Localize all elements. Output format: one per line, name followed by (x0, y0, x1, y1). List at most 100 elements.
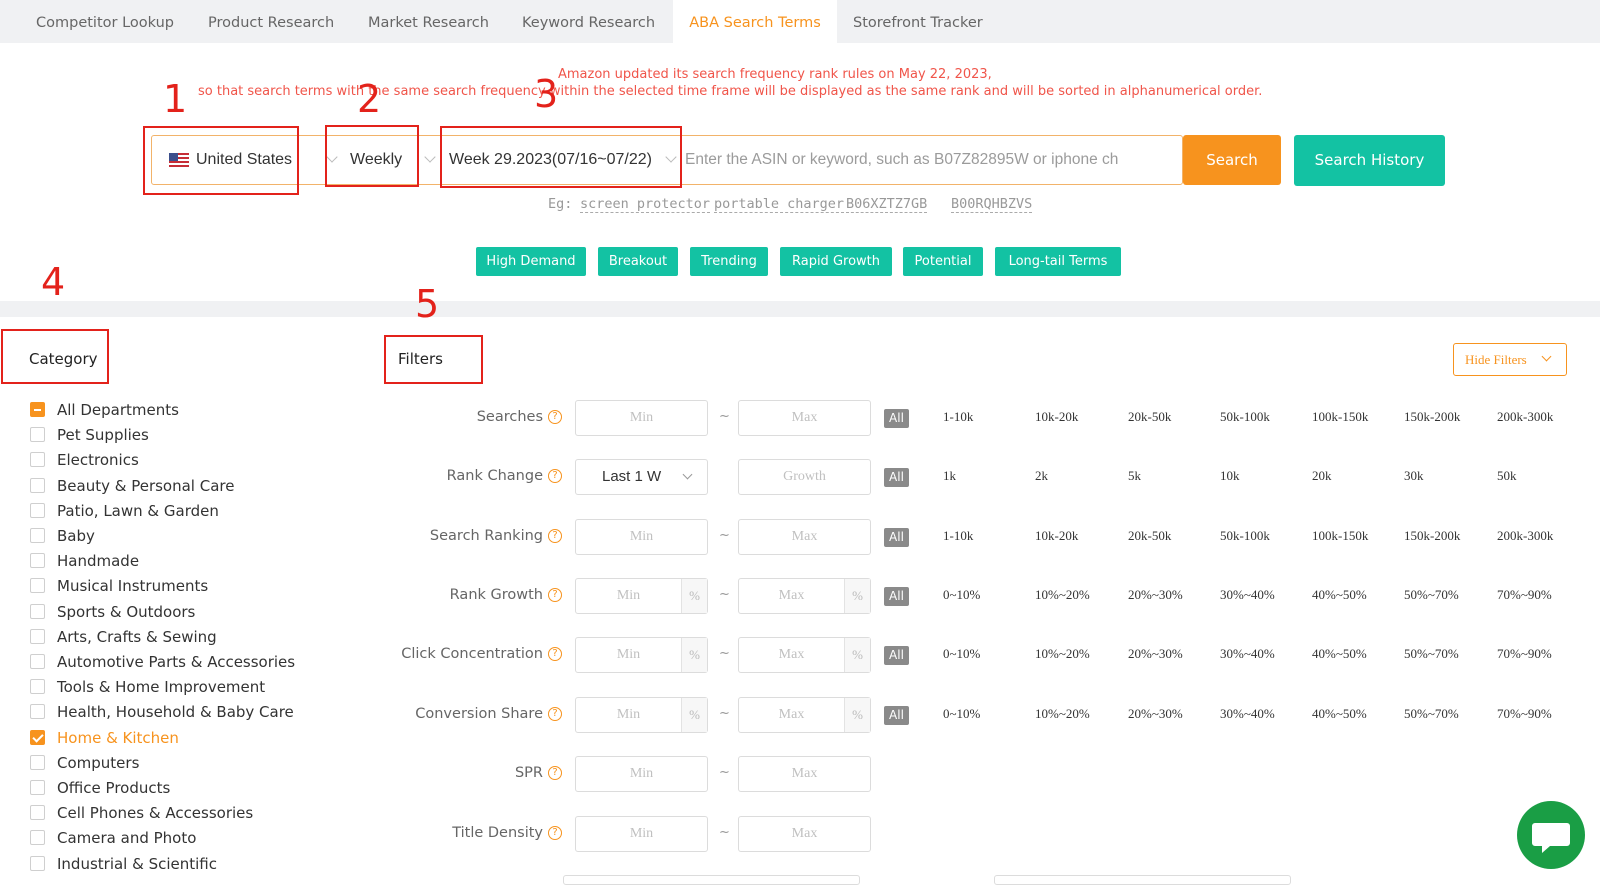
tag-long-tail-terms-button[interactable]: Long-tail Terms (995, 247, 1121, 276)
filter-preset-option[interactable]: 70%~90% (1497, 706, 1552, 722)
tag-potential-button[interactable]: Potential (903, 247, 983, 276)
filter-preset-option[interactable]: 10%~20% (1035, 706, 1090, 722)
category-checkbox[interactable] (30, 754, 45, 770)
category-checkbox[interactable] (30, 427, 45, 443)
filter-select-partial[interactable] (994, 875, 1291, 885)
category-checkbox[interactable] (30, 553, 45, 569)
filter-preset-option[interactable]: 30%~40% (1220, 587, 1275, 603)
filter-all-button[interactable]: All (884, 706, 909, 725)
filter-max-input[interactable]: Max% (738, 578, 871, 614)
filter-all-button[interactable]: All (884, 587, 909, 606)
filter-preset-option[interactable]: 200k-300k (1497, 528, 1553, 544)
question-circle-icon[interactable]: ? (548, 826, 562, 840)
filter-max-input[interactable]: Max (738, 519, 871, 555)
hide-filters-button[interactable]: Hide Filters (1453, 343, 1567, 376)
tag-breakout-button[interactable]: Breakout (598, 247, 678, 276)
chat-button[interactable] (1517, 801, 1585, 869)
filter-all-button[interactable]: All (884, 468, 909, 487)
filter-max-input[interactable]: Max (738, 400, 871, 436)
category-checkbox[interactable] (30, 654, 45, 669)
example-link[interactable]: portable charger (714, 196, 845, 213)
filter-preset-option[interactable]: 50k-100k (1220, 528, 1270, 544)
filter-preset-option[interactable]: 20k (1312, 468, 1332, 484)
filter-preset-option[interactable]: 50k (1497, 468, 1517, 484)
filter-min-input[interactable]: Min (575, 816, 708, 852)
filter-max-input[interactable]: Max% (738, 637, 871, 673)
category-checkbox[interactable] (30, 704, 45, 720)
category-checkbox[interactable] (30, 578, 45, 594)
category-checkbox[interactable] (30, 855, 45, 871)
filter-preset-option[interactable]: 20%~30% (1128, 646, 1183, 662)
filter-preset-option[interactable]: 20k-50k (1128, 409, 1171, 425)
filter-all-button[interactable]: All (884, 409, 909, 428)
filter-min-input[interactable]: Min% (575, 578, 708, 614)
filter-preset-option[interactable]: 1k (943, 468, 956, 484)
filter-preset-option[interactable]: 40%~50% (1312, 706, 1367, 722)
tab-storefront-tracker[interactable]: Storefront Tracker (837, 0, 999, 43)
filter-preset-option[interactable]: 30%~40% (1220, 646, 1275, 662)
filter-preset-option[interactable]: 10%~20% (1035, 646, 1090, 662)
example-link[interactable]: screen protector (580, 196, 711, 213)
category-checkbox[interactable] (30, 628, 45, 644)
filter-min-input[interactable]: Min% (575, 637, 708, 673)
category-checkbox[interactable] (30, 402, 45, 417)
search-button[interactable]: Search (1183, 135, 1281, 185)
tab-product-research[interactable]: Product Research (192, 0, 350, 43)
filter-preset-option[interactable]: 30k (1404, 468, 1424, 484)
filter-preset-option[interactable]: 30%~40% (1220, 706, 1275, 722)
tag-trending-button[interactable]: Trending (690, 247, 768, 276)
filter-preset-option[interactable]: 150k-200k (1404, 528, 1460, 544)
filter-preset-option[interactable]: 0~10% (943, 706, 980, 722)
filter-preset-option[interactable]: 0~10% (943, 646, 980, 662)
example-link[interactable]: B00RQHBZVS (951, 196, 1033, 213)
filter-preset-option[interactable]: 70%~90% (1497, 646, 1552, 662)
category-checkbox[interactable] (30, 729, 45, 745)
filter-preset-option[interactable]: 2k (1035, 468, 1048, 484)
category-checkbox[interactable] (30, 830, 45, 846)
filter-preset-option[interactable]: 50%~70% (1404, 587, 1459, 603)
filter-max-input[interactable]: Growth (738, 459, 871, 495)
question-circle-icon[interactable]: ? (548, 647, 562, 661)
filter-all-button[interactable]: All (884, 528, 909, 547)
filter-select-partial[interactable] (563, 875, 860, 885)
filter-preset-option[interactable]: 40%~50% (1312, 587, 1367, 603)
filter-preset-option[interactable]: 20%~30% (1128, 587, 1183, 603)
filter-preset-option[interactable]: 0~10% (943, 587, 980, 603)
filter-max-input[interactable]: Max (738, 756, 871, 792)
filter-min-input[interactable]: Min (575, 519, 708, 555)
filter-preset-option[interactable]: 10%~20% (1035, 587, 1090, 603)
filter-preset-option[interactable]: 50%~70% (1404, 646, 1459, 662)
filter-max-input[interactable]: Max% (738, 697, 871, 733)
category-checkbox[interactable] (30, 805, 45, 821)
category-checkbox[interactable] (30, 780, 45, 795)
filter-preset-option[interactable]: 50%~70% (1404, 706, 1459, 722)
category-checkbox[interactable] (30, 502, 45, 518)
filter-preset-option[interactable]: 10k-20k (1035, 409, 1078, 425)
filter-preset-option[interactable]: 10k (1220, 468, 1240, 484)
rank-change-period-select[interactable]: Last 1 W (575, 459, 708, 495)
category-checkbox[interactable] (30, 603, 45, 619)
filter-preset-option[interactable]: 5k (1128, 468, 1141, 484)
question-circle-icon[interactable]: ? (548, 588, 562, 602)
question-circle-icon[interactable]: ? (548, 707, 562, 721)
filter-all-button[interactable]: All (884, 646, 909, 665)
category-checkbox[interactable] (30, 452, 45, 468)
filter-preset-option[interactable]: 200k-300k (1497, 409, 1553, 425)
question-circle-icon[interactable]: ? (548, 410, 562, 424)
filter-preset-option[interactable]: 20%~30% (1128, 706, 1183, 722)
filter-min-input[interactable]: Min (575, 756, 708, 792)
category-checkbox[interactable] (30, 679, 45, 695)
tag-high-demand-button[interactable]: High Demand (476, 247, 586, 276)
filter-preset-option[interactable]: 150k-200k (1404, 409, 1460, 425)
filter-preset-option[interactable]: 1-10k (943, 409, 973, 425)
filter-preset-option[interactable]: 100k-150k (1312, 528, 1368, 544)
search-history-button[interactable]: Search History (1294, 135, 1445, 186)
filter-preset-option[interactable]: 20k-50k (1128, 528, 1171, 544)
question-circle-icon[interactable]: ? (548, 469, 562, 483)
question-circle-icon[interactable]: ? (548, 766, 562, 780)
tab-keyword-research[interactable]: Keyword Research (506, 0, 671, 43)
filter-min-input[interactable]: Min (575, 400, 708, 436)
search-input[interactable] (685, 137, 1155, 183)
category-checkbox[interactable] (30, 477, 45, 493)
tag-rapid-growth-button[interactable]: Rapid Growth (780, 247, 892, 276)
